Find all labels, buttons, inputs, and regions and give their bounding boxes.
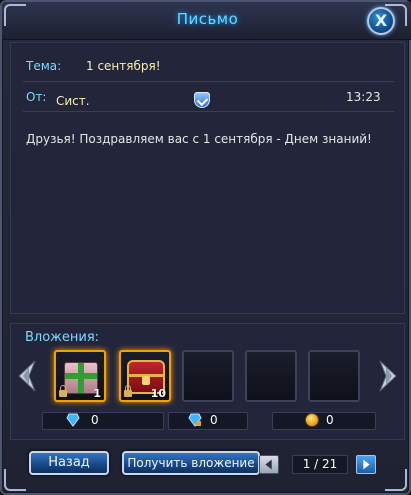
attachment-slot-empty[interactable] bbox=[182, 350, 234, 402]
frame-corner-ornament bbox=[4, 4, 26, 26]
page-counter: 1 / 21 bbox=[292, 455, 348, 474]
divider bbox=[23, 111, 394, 112]
back-button[interactable]: Назад bbox=[29, 451, 109, 475]
scroll-right-arrow-icon[interactable] bbox=[376, 359, 400, 393]
subject-label: Тема: bbox=[26, 59, 62, 73]
window-title: Письмо bbox=[176, 10, 239, 28]
letter-panel bbox=[10, 42, 405, 314]
claim-attachment-button[interactable]: Получить вложение bbox=[122, 451, 260, 475]
attachment-slot-empty[interactable] bbox=[245, 350, 297, 402]
arrow-left-icon bbox=[265, 459, 272, 470]
diamond-amount: 0 bbox=[91, 413, 99, 427]
gold-coin-icon bbox=[305, 413, 319, 427]
bound-diamond-currency-field bbox=[168, 412, 248, 430]
divider bbox=[23, 81, 394, 82]
item-count: 1 bbox=[93, 387, 101, 400]
letter-body: Друзья! Поздравляем вас с 1 сентября - Д… bbox=[26, 132, 372, 146]
bound-diamond-amount: 0 bbox=[210, 413, 218, 427]
frame-corner-ornament bbox=[385, 469, 407, 491]
title-bar: Письмо X bbox=[2, 2, 411, 40]
attachment-slot-gift[interactable]: 1 bbox=[54, 350, 106, 402]
frame-corner-ornament bbox=[385, 4, 407, 26]
item-count: 10 bbox=[150, 387, 166, 400]
verified-shield-icon bbox=[194, 92, 210, 108]
bound-lock-icon bbox=[124, 385, 132, 397]
frame-corner-ornament bbox=[4, 469, 26, 491]
mail-window: Письмо X Тема: 1 сентября! От: Сист. 13:… bbox=[0, 0, 411, 495]
subject-value: 1 сентября! bbox=[86, 59, 161, 73]
sender-name: Сист. bbox=[56, 94, 90, 108]
scroll-left-arrow-icon[interactable] bbox=[15, 359, 39, 393]
attachments-title: Вложения: bbox=[25, 330, 100, 345]
attachment-slot-empty[interactable] bbox=[308, 350, 360, 402]
next-page-button[interactable] bbox=[356, 455, 376, 474]
diamond-currency-field bbox=[42, 412, 164, 430]
from-label: От: bbox=[26, 90, 47, 104]
letter-time: 13:23 bbox=[346, 90, 381, 104]
diamond-icon bbox=[66, 413, 80, 427]
bound-lock-icon bbox=[59, 385, 67, 397]
arrow-right-icon bbox=[363, 459, 370, 470]
bound-diamond-icon bbox=[188, 413, 202, 427]
gold-amount: 0 bbox=[326, 413, 334, 427]
attachment-slot-chest[interactable]: 10 bbox=[119, 350, 171, 402]
prev-page-button[interactable] bbox=[259, 455, 279, 474]
gold-currency-field bbox=[272, 412, 376, 430]
